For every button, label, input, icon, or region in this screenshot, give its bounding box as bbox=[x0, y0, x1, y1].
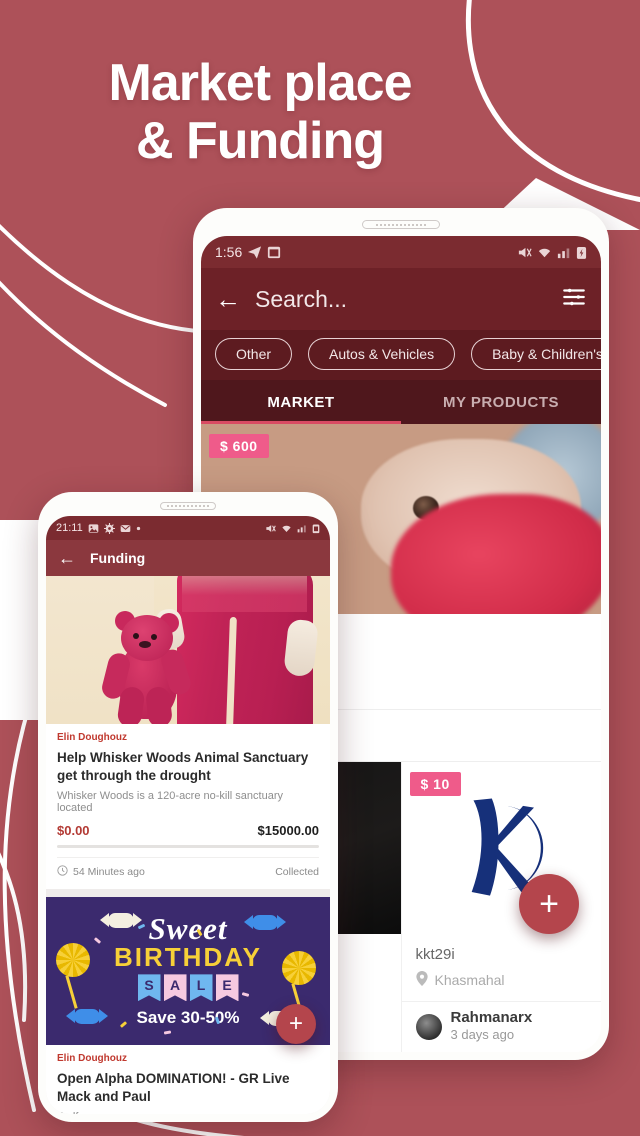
wifi-icon bbox=[537, 245, 552, 260]
funding-amounts: $0.00 $15000.00 bbox=[57, 823, 319, 838]
funding-card-title: Help Whisker Woods Animal Sanctuary get … bbox=[57, 750, 309, 783]
mute-icon bbox=[265, 523, 276, 534]
funding-card-body: Elin Doughouz Open Alpha DOMINATION! - G… bbox=[46, 1045, 330, 1114]
image-icon bbox=[88, 523, 99, 534]
price-badge: $ 600 bbox=[209, 434, 269, 458]
funding-page-title: Funding bbox=[90, 550, 146, 566]
map-pin-icon bbox=[415, 971, 428, 989]
tab-market[interactable]: MARKET bbox=[201, 380, 401, 424]
banner-sale-letter: L bbox=[189, 974, 213, 1002]
wifi-icon bbox=[281, 523, 292, 534]
teddy-bear-graphic bbox=[99, 609, 195, 724]
funding-card-author: Elin Doughouz bbox=[57, 732, 127, 743]
dot-icon bbox=[136, 526, 141, 531]
page-title-line1: Market place bbox=[108, 54, 412, 112]
add-funding-fab[interactable]: + bbox=[276, 1004, 316, 1044]
candy-icon bbox=[100, 913, 142, 929]
category-chip-autos[interactable]: Autos & Vehicles bbox=[308, 338, 456, 370]
person-torso-shape bbox=[182, 576, 308, 612]
banner-sale-letter: A bbox=[163, 974, 187, 1002]
signal-icon bbox=[557, 245, 571, 259]
category-chip-other[interactable]: Other bbox=[215, 338, 293, 370]
banner-sale-letter: S bbox=[137, 974, 161, 1002]
banner-subline: Save 30-50% bbox=[136, 1008, 240, 1028]
funding-card-description: dgdfg bbox=[57, 1111, 319, 1114]
listing-location: Khasmahal bbox=[402, 971, 602, 1001]
back-arrow-icon[interactable]: ← bbox=[58, 549, 76, 567]
market-appbar: ← Search... bbox=[201, 268, 601, 330]
clock-icon bbox=[57, 865, 68, 879]
funding-progress-bar bbox=[57, 845, 319, 849]
calendar-icon bbox=[267, 245, 281, 259]
banner-script-word: Sweet bbox=[148, 910, 228, 946]
mute-icon bbox=[517, 245, 532, 260]
lollipop-icon bbox=[56, 943, 90, 978]
funding-card-title: Open Alpha DOMINATION! - GR Live Mack an… bbox=[57, 1071, 290, 1104]
funding-goal-amount: $15000.00 bbox=[257, 823, 319, 839]
phone-speaker-grille bbox=[362, 220, 440, 229]
settings-icon bbox=[103, 522, 115, 534]
filter-sliders-icon[interactable] bbox=[561, 284, 587, 315]
banner-sale-letter: E bbox=[215, 974, 239, 1002]
category-chip-baby[interactable]: Baby & Children's bbox=[471, 338, 601, 370]
battery-icon bbox=[312, 523, 320, 534]
listing-location-label: Khasmahal bbox=[434, 972, 505, 988]
listing-price-badge: $ 10 bbox=[409, 772, 461, 796]
battery-charging-icon bbox=[576, 245, 587, 260]
banner-sale-ribbons: S A L E bbox=[137, 974, 239, 1002]
funding-appbar: ← Funding bbox=[46, 540, 330, 576]
mail-icon bbox=[120, 523, 131, 534]
funding-card-status: Collected bbox=[275, 866, 319, 879]
banner-headline: BIRTHDAY bbox=[114, 942, 262, 973]
back-arrow-icon[interactable]: ← bbox=[215, 286, 241, 312]
poster-canvas: Market place & Funding 1:56 ← Search... … bbox=[0, 0, 640, 1136]
funding-card-meta: 54 Minutes ago Collected bbox=[57, 857, 319, 879]
phone-mockup-funding: 21:11 ← Funding Elin Doughouz Help Whisk… bbox=[38, 492, 338, 1122]
telegram-icon bbox=[247, 245, 262, 260]
funding-card-description: Whisker Woods is a 120-acre no-kill sanc… bbox=[57, 790, 283, 815]
listing-seller[interactable]: Rahmanarx 3 days ago bbox=[401, 1001, 601, 1052]
lollipop-icon bbox=[282, 951, 316, 986]
candy-icon bbox=[66, 1009, 108, 1025]
funding-screen: 21:11 ← Funding Elin Doughouz Help Whisk… bbox=[46, 516, 330, 1114]
funding-card-image bbox=[46, 576, 330, 724]
listing-title: kkt29i bbox=[415, 946, 455, 963]
search-input[interactable]: Search... bbox=[255, 286, 547, 313]
category-chip-row[interactable]: Other Autos & Vehicles Baby & Children's bbox=[201, 330, 601, 380]
funding-card[interactable]: Elin Doughouz Help Whisker Woods Animal … bbox=[46, 576, 330, 890]
funding-current-amount: $0.00 bbox=[57, 823, 90, 839]
market-statusbar: 1:56 bbox=[201, 236, 601, 268]
funding-card-timestamp: 54 Minutes ago bbox=[73, 866, 145, 879]
tab-my-products[interactable]: MY PRODUCTS bbox=[401, 380, 601, 424]
page-title-line2: & Funding bbox=[135, 112, 385, 171]
candy-icon bbox=[244, 915, 286, 931]
signal-icon bbox=[297, 523, 307, 533]
seller-timestamp: 3 days ago bbox=[450, 1026, 515, 1042]
seller-name: Rahmanarx bbox=[450, 1009, 533, 1026]
market-status-time: 1:56 bbox=[215, 244, 243, 260]
avatar bbox=[415, 1013, 442, 1040]
market-tabbar[interactable]: MARKET MY PRODUCTS bbox=[201, 380, 601, 424]
funding-card-author: Elin Doughouz bbox=[57, 1053, 127, 1065]
phone-speaker-grille-front bbox=[160, 502, 216, 510]
funding-status-time: 21:11 bbox=[56, 522, 83, 534]
funding-statusbar: 21:11 bbox=[46, 516, 330, 540]
page-title: Market place & Funding bbox=[0, 54, 520, 170]
funding-card-body: Elin Doughouz Help Whisker Woods Animal … bbox=[46, 724, 330, 889]
add-listing-fab[interactable]: + bbox=[519, 874, 579, 934]
